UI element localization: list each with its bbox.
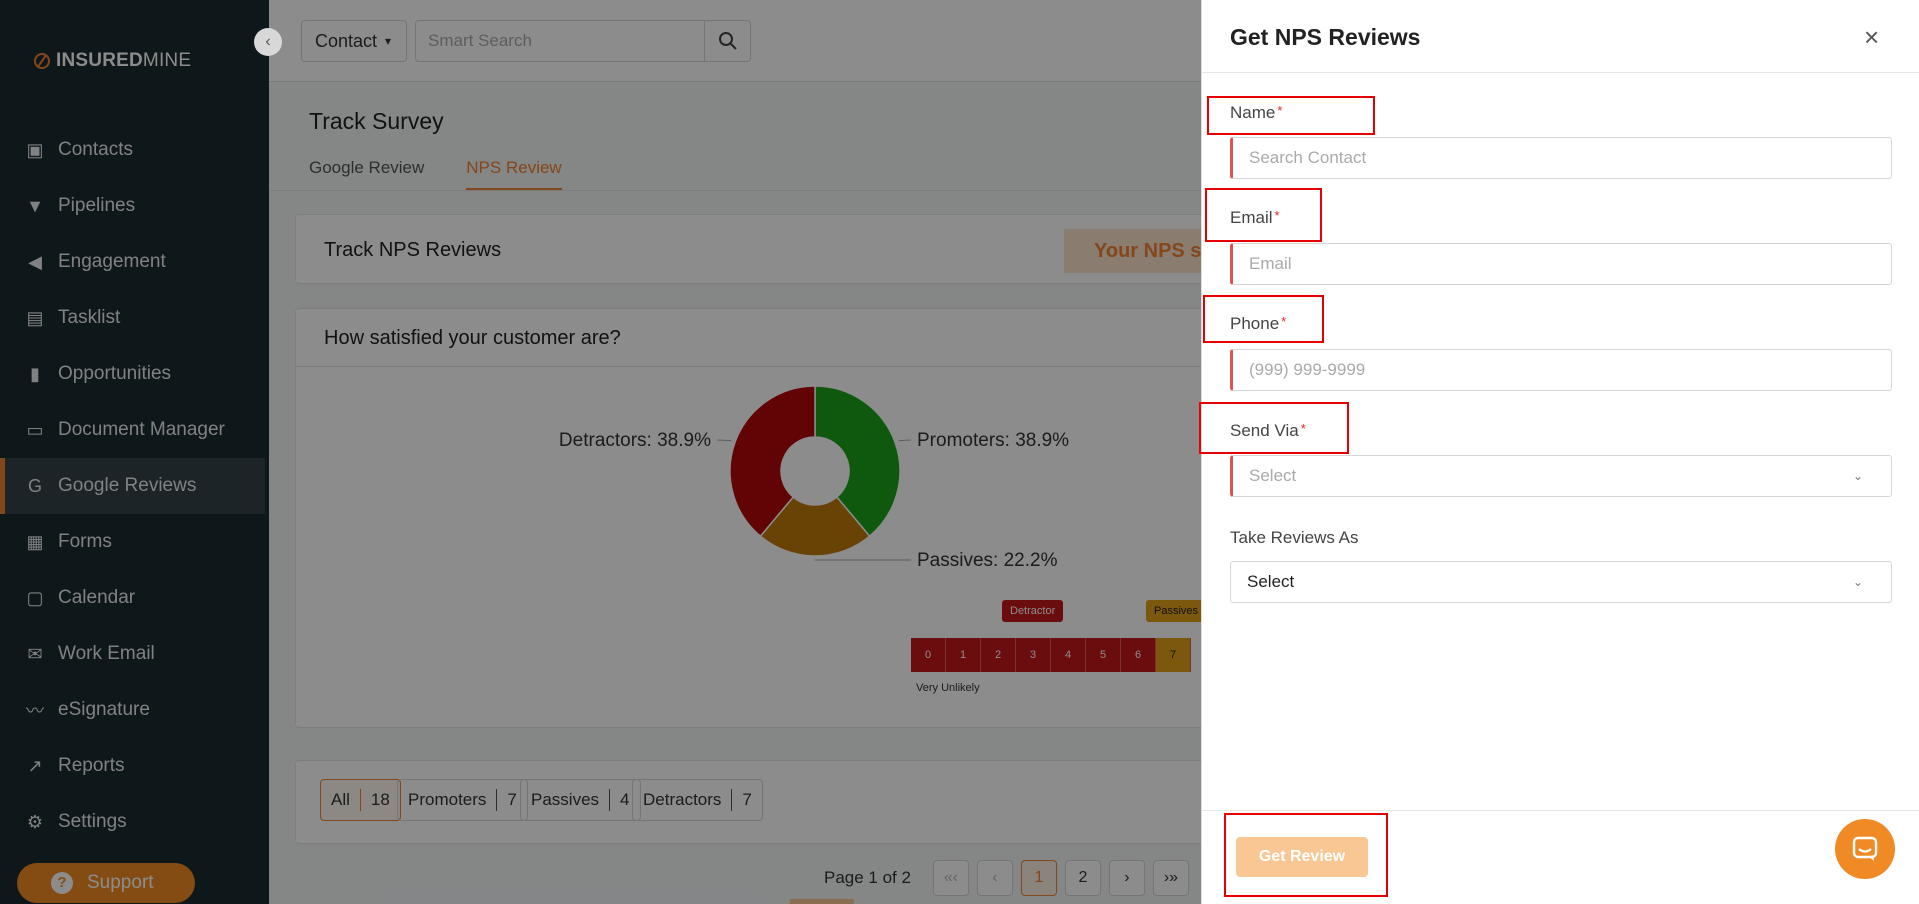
email-field[interactable]: Email (1230, 243, 1892, 285)
chat-icon (1852, 836, 1878, 861)
email-label-highlight (1205, 188, 1322, 242)
chat-launcher-button[interactable] (1835, 819, 1895, 879)
chevron-down-icon: ⌄ (1852, 575, 1863, 589)
close-icon[interactable]: × (1864, 24, 1879, 50)
take-reviews-label: Take Reviews As (1230, 528, 1359, 547)
collapse-sidebar-button[interactable]: ‹ (254, 28, 282, 56)
send-via-select[interactable]: Select ⌄ (1230, 455, 1892, 497)
drawer-footer: Get Review (1202, 810, 1919, 904)
name-search-input[interactable]: Search Contact (1230, 137, 1892, 179)
phone-field[interactable]: (999) 999-9999 (1230, 349, 1892, 391)
chevron-down-icon: ⌄ (1852, 469, 1863, 483)
send-via-label-highlight (1199, 402, 1349, 454)
drawer-title: Get NPS Reviews (1230, 24, 1421, 50)
drawer-header: Get NPS Reviews × (1202, 0, 1919, 73)
modal-backdrop[interactable] (0, 0, 1201, 904)
take-reviews-value: Select (1247, 572, 1295, 591)
phone-label-highlight (1203, 295, 1324, 343)
send-via-value: Select (1249, 466, 1297, 485)
get-review-button[interactable]: Get Review (1236, 837, 1368, 877)
name-label-highlight (1207, 96, 1375, 135)
get-nps-reviews-drawer: Get NPS Reviews × Name * Search Contact E… (1199, 0, 1919, 904)
take-reviews-select[interactable]: Select ⌄ (1230, 561, 1892, 603)
